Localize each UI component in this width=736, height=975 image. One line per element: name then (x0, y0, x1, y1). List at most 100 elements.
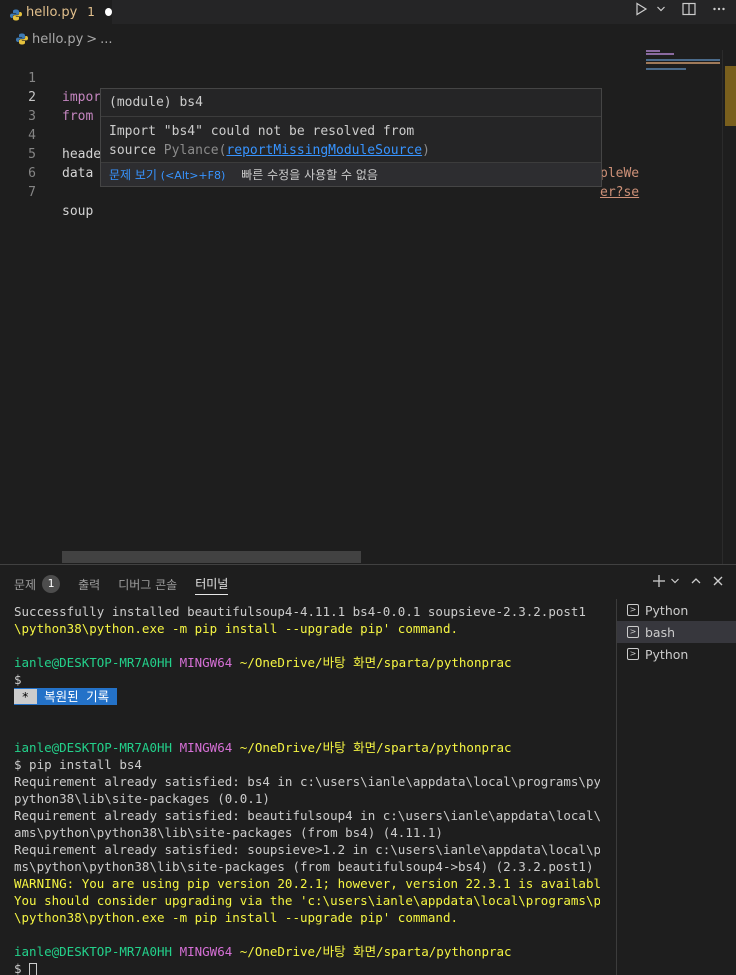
breadcrumb-more[interactable]: ... (100, 32, 112, 47)
tab-output[interactable]: 출력 (78, 573, 100, 595)
breadcrumb: hello.py > ... (16, 30, 113, 48)
terminal-line: ams\python\python38\lib\site-packages (f… (14, 825, 443, 840)
vertical-scrollbar[interactable] (722, 50, 736, 564)
hover-message: Import "bs4" could not be resolved from … (101, 117, 601, 162)
restored-star: * (14, 689, 37, 704)
no-quick-fix-text: 빠른 수정을 사용할 수 없음 (241, 168, 378, 182)
terminal-line: Requirement already satisfied: soupsieve… (14, 842, 600, 857)
terminal-item-bash[interactable]: > bash (617, 621, 736, 643)
terminal-line: $ pip install bs4 (14, 757, 142, 772)
view-problem-label: 문제 보기 (109, 168, 161, 182)
prompt-path: ~/OneDrive/바탕 화면/sparta/pythonprac (239, 740, 512, 755)
rule-link[interactable]: reportMissingModuleSource (226, 143, 422, 158)
code-text: er?se (600, 185, 640, 200)
editor-tab-bar: hello.py 1 (0, 0, 736, 24)
terminal-line: Requirement already satisfied: bs4 in c:… (14, 774, 600, 789)
play-icon[interactable] (634, 2, 648, 22)
terminal-item-python[interactable]: > Python (617, 643, 736, 665)
terminal-item-python[interactable]: > Python (617, 599, 736, 621)
prompt-env: MINGW64 (179, 944, 233, 959)
hover-header: (module) bs4 (101, 89, 601, 117)
tab-problem-count: 1 (87, 5, 95, 19)
terminal-warning-line: WARNING: You are using pip version 20.2.… (14, 876, 600, 891)
terminal-item-label: Python (645, 646, 689, 662)
chevron-down-icon[interactable] (656, 2, 666, 22)
prompt-user: ianle@DESKTOP-MR7A0HH (14, 944, 173, 959)
hover-pylance: Pylance( (163, 143, 227, 158)
terminal-item-label: bash (645, 624, 676, 640)
terminal-line: $ (14, 672, 22, 687)
terminal-input-line[interactable]: $ (14, 960, 600, 975)
panel-tabs: 문제 1 출력 디버그 콘솔 터미널 (14, 573, 229, 597)
terminal-prompt-line: ianle@DESKTOP-MR7A0HH MINGW64 ~/OneDrive… (14, 943, 600, 960)
prompt-user: ianle@DESKTOP-MR7A0HH (14, 655, 173, 670)
terminal-icon: > (627, 648, 639, 660)
bottom-panel: 문제 1 출력 디버그 콘솔 터미널 Successfully installed… (0, 564, 736, 975)
panel-actions (652, 573, 724, 593)
breadcrumb-file[interactable]: hello.py (32, 32, 83, 47)
terminal-line: python38\lib\site-packages (0.0.1) (14, 791, 270, 806)
code-text: soup (62, 204, 94, 219)
tab-terminal[interactable]: 터미널 (195, 573, 229, 595)
editor-actions (634, 2, 726, 22)
prompt-path: ~/OneDrive/바탕 화면/sparta/pythonprac (239, 944, 512, 959)
python-file-icon (16, 33, 28, 45)
view-problem-button[interactable]: 문제 보기 (<Alt>+F8) (109, 166, 225, 183)
restored-history-text: 복원된 기록 (36, 689, 117, 704)
terminal-prompt-line: ianle@DESKTOP-MR7A0HH MINGW64 ~/OneDrive… (14, 654, 600, 671)
terminal-output[interactable]: Successfully installed beautifulsoup4-4.… (14, 603, 600, 975)
python-file-icon (10, 6, 22, 21)
scrollbar-warning-marker (725, 66, 736, 126)
terminal-icon: > (627, 604, 639, 616)
terminal-icon: > (627, 626, 639, 638)
terminal-dropdown-chevron-icon[interactable] (670, 573, 680, 593)
breadcrumb-separator: > (86, 31, 98, 47)
code-line: 2 from bs4 import BeautifulSoup (0, 69, 640, 124)
hover-status-bar: 문제 보기 (<Alt>+F8) 빠른 수정을 사용할 수 없음 (101, 162, 601, 186)
terminal-dollar: $ (14, 961, 30, 975)
terminal-warning-line: \python38\python.exe -m pip install --up… (14, 910, 459, 925)
terminal-warning-line: You should consider upgrading via the 'c… (14, 893, 600, 908)
tab-problems-label: 문제 (14, 577, 37, 592)
new-terminal-plus-icon[interactable] (652, 573, 666, 593)
tab-problems[interactable]: 문제 1 (14, 573, 61, 595)
ellipsis-icon[interactable] (712, 2, 726, 22)
maximize-panel-chevron-up-icon[interactable] (690, 573, 702, 593)
tab-terminal-label: 터미널 (195, 577, 229, 591)
terminal-prompt-line: ianle@DESKTOP-MR7A0HH MINGW64 ~/OneDrive… (14, 739, 600, 756)
terminal-line: Requirement already satisfied: beautiful… (14, 808, 600, 823)
editor-tab-hello-py[interactable]: hello.py 1 (0, 0, 112, 24)
close-panel-icon[interactable] (712, 573, 724, 593)
horizontal-scrollbar[interactable] (62, 551, 361, 563)
tab-debug-console[interactable]: 디버그 콘솔 (118, 573, 177, 595)
restored-history-line: * 복원된 기록 (14, 688, 600, 705)
view-problem-keys: (<Alt>+F8) (160, 169, 226, 182)
code-line: 1 import requests (0, 50, 640, 105)
problems-count-badge: 1 (42, 575, 61, 593)
hover-close-paren: ) (422, 143, 430, 158)
hover-tooltip: (module) bs4 Import "bs4" could not be r… (100, 88, 602, 187)
terminal-line: \python38\python.exe -m pip install --up… (14, 621, 459, 636)
prompt-env: MINGW64 (179, 740, 233, 755)
line-number: 7 (28, 185, 36, 200)
terminal-line: ms\python\python38\lib\site-packages (fr… (14, 859, 594, 874)
hover-source-label: source (109, 143, 164, 158)
terminal-list: > Python > bash > Python (616, 599, 736, 975)
terminal-line: Successfully installed beautifulsoup4-4.… (14, 604, 586, 619)
prompt-env: MINGW64 (179, 655, 233, 670)
minimap[interactable] (640, 50, 722, 564)
split-editor-icon[interactable] (682, 2, 696, 22)
unsaved-dot-icon[interactable] (104, 8, 112, 16)
tab-output-label: 출력 (78, 577, 101, 592)
terminal-cursor (29, 962, 38, 975)
tab-filename: hello.py (26, 4, 78, 20)
prompt-user: ianle@DESKTOP-MR7A0HH (14, 740, 173, 755)
tab-debug-console-label: 디버그 콘솔 (118, 577, 178, 592)
terminal-item-label: Python (645, 602, 689, 618)
prompt-path: ~/OneDrive/바탕 화면/sparta/pythonprac (239, 655, 512, 670)
hover-message-line1: Import "bs4" could not be resolved from (109, 124, 415, 139)
